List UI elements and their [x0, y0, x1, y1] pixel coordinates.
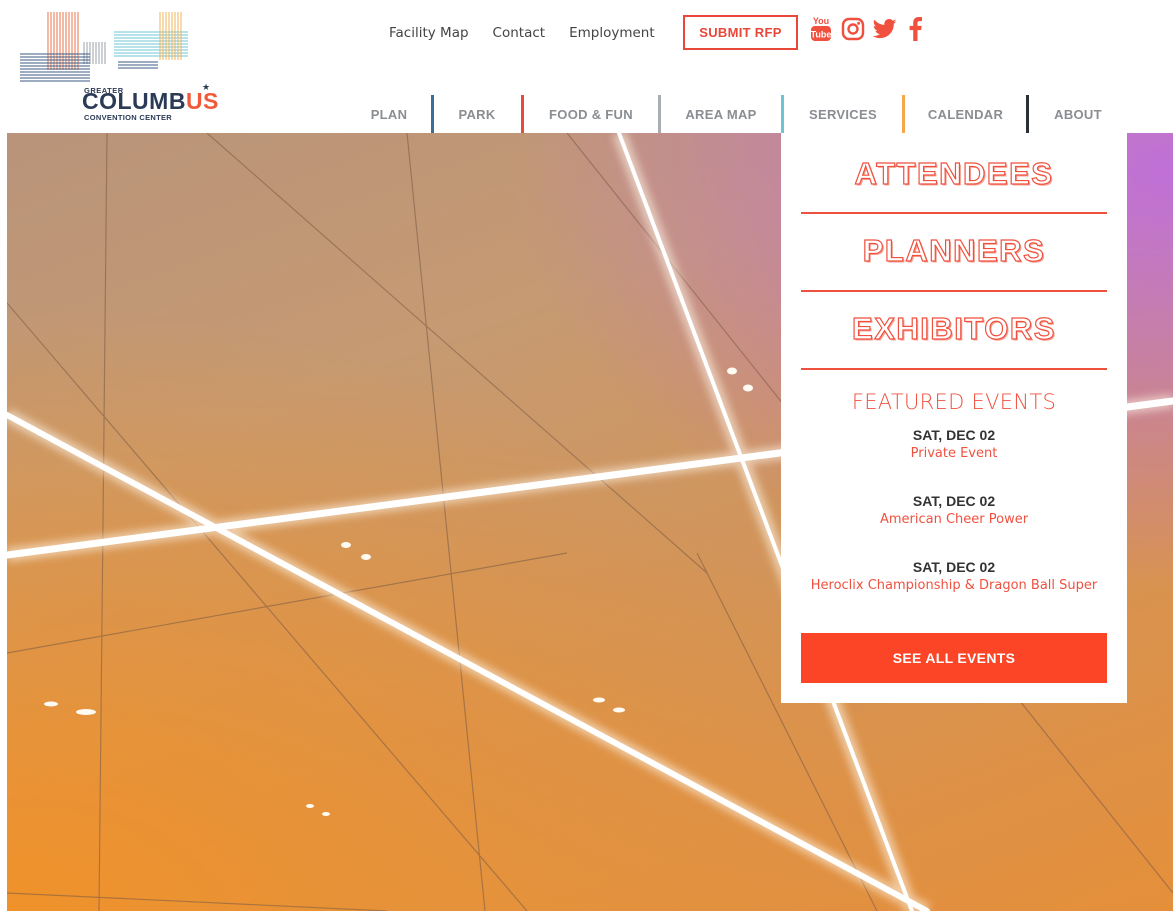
event-item[interactable]: SAT, DEC 02 Private Event — [781, 427, 1127, 461]
nav-item-calendar[interactable]: CALENDAR — [905, 95, 1026, 133]
nav-item-area-map[interactable]: AREA MAP — [661, 95, 781, 133]
utility-links: Facility Map Contact Employment — [389, 20, 679, 46]
event-item[interactable]: SAT, DEC 02 American Cheer Power — [781, 493, 1127, 527]
event-date: SAT, DEC 02 — [912, 427, 996, 443]
youtube-you-text: You — [813, 16, 829, 26]
facebook-icon[interactable] — [905, 14, 925, 44]
logo-columbus-main: COLUMB — [82, 88, 186, 114]
event-name[interactable]: Heroclix Championship & Dragon Ball Supe… — [781, 578, 1127, 593]
twitter-icon[interactable] — [872, 14, 898, 44]
submit-rfp-button[interactable]: SUBMIT RFP — [683, 15, 798, 50]
event-name[interactable]: American Cheer Power — [781, 512, 1127, 527]
attendees-link[interactable]: ATTENDEES — [801, 135, 1107, 213]
nav-item-park[interactable]: PARK — [434, 95, 520, 133]
logo-star-icon: ★ — [202, 83, 211, 93]
planners-link[interactable]: PLANNERS — [801, 212, 1107, 290]
event-date: SAT, DEC 02 — [912, 493, 996, 509]
audience-dropdown-panel: ATTENDEES PLANNERS EXHIBITORS FEATURED E… — [781, 133, 1127, 703]
see-all-events-button[interactable]: SEE ALL EVENTS — [801, 633, 1107, 683]
audience-divider — [801, 368, 1107, 370]
youtube-tube-text: Tube — [811, 30, 832, 40]
logo-columbus-text: COLUMBUS — [82, 88, 219, 114]
featured-events-title: FEATURED EVENTS — [851, 390, 1057, 414]
contact-link[interactable]: Contact — [493, 25, 546, 41]
event-item[interactable]: SAT, DEC 02 Heroclix Championship & Drag… — [781, 559, 1127, 593]
youtube-icon[interactable]: You Tube — [810, 14, 832, 44]
exhibitors-link[interactable]: EXHIBITORS — [801, 290, 1107, 368]
logo-convention-center-text: CONVENTION CENTER — [84, 113, 173, 122]
employment-link[interactable]: Employment — [569, 25, 655, 41]
site-header: GREATER COLUMBUS ★ CONVENTION CENTER Fac… — [0, 0, 1173, 133]
nav-item-plan[interactable]: PLAN — [348, 95, 430, 133]
event-date: SAT, DEC 02 — [912, 559, 996, 575]
facility-map-link[interactable]: Facility Map — [389, 25, 469, 41]
nav-item-food-fun[interactable]: FOOD & FUN — [524, 95, 658, 133]
nav-item-about[interactable]: ABOUT — [1029, 95, 1127, 133]
planners-label: PLANNERS — [862, 232, 1046, 268]
instagram-icon[interactable] — [840, 14, 866, 44]
exhibitors-label: EXHIBITORS — [851, 310, 1056, 346]
attendees-label: ATTENDEES — [854, 155, 1054, 191]
site-logo[interactable]: GREATER COLUMBUS ★ CONVENTION CENTER — [18, 10, 233, 122]
nav-item-services[interactable]: SERVICES — [784, 95, 902, 133]
event-name[interactable]: Private Event — [781, 446, 1127, 461]
